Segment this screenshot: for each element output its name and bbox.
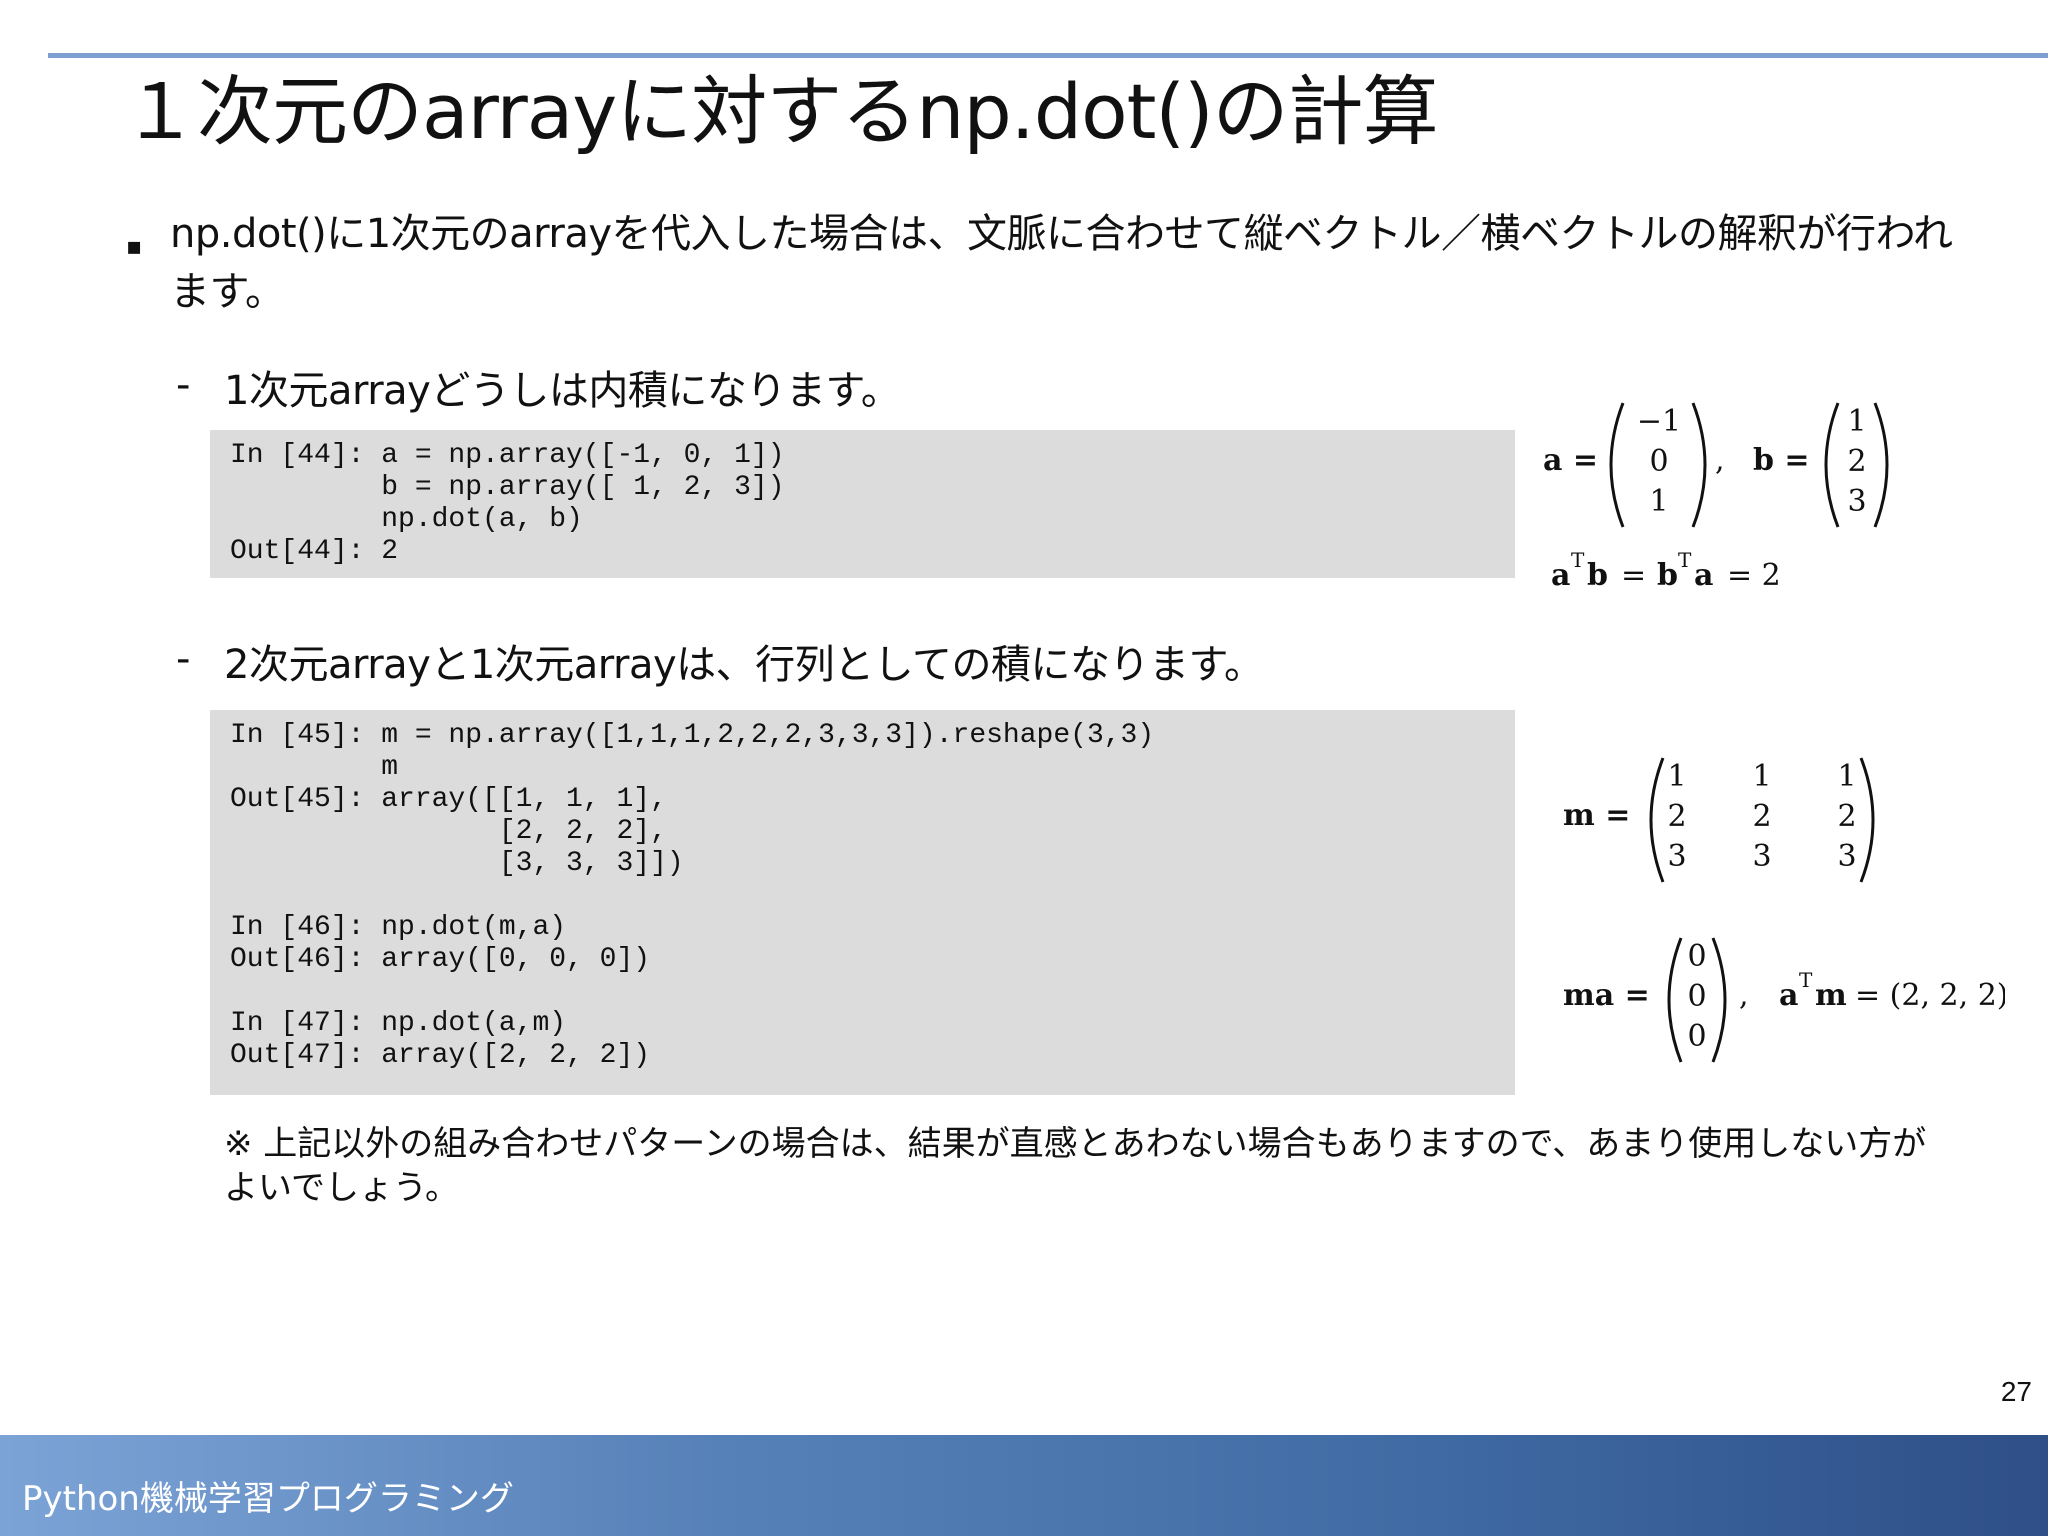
b-symbol: b [1587,558,1608,593]
footer-course-title: Python機械学習プログラミング [22,1479,514,1519]
subpoint-inner-product: 1次元arrayどうしは内積になります。 [224,368,901,414]
b-symbol: b [1657,558,1678,593]
right-paren [1711,937,1727,1063]
row-vector-result: = (2, 2, 2) [1855,978,2005,1013]
m-symbol: m [1815,978,1847,1013]
ma-value: 0 [1687,979,1706,1014]
matrix-cell: 3 [1667,839,1686,874]
matrix-cell: 1 [1837,759,1856,794]
transpose-mark: T [1571,548,1585,572]
b-value: 1 [1847,404,1866,439]
matrix-m-equation: m = 1 1 1 2 2 2 3 3 3 [1563,757,1875,883]
intro-paragraph: np.dot()に1次元のarrayを代入した場合は、文脈に合わせて縦ベクトル／… [170,211,1953,315]
matrix-cell: 3 [1752,839,1771,874]
a-value: −1 [1637,404,1681,439]
matrix-cell: 2 [1752,799,1771,834]
slide-title: １次元のarrayに対するnp.dot()の計算 [122,67,1439,156]
vectors-a-b-equation: a = −1 0 1 , b = 1 2 3 a T b = b T a = 2 [1543,402,1889,593]
equals: = [1621,558,1646,593]
matrix-cell: 2 [1667,799,1686,834]
comma: , [1739,978,1749,1013]
dash-marker: - [176,636,191,682]
right-paren [1859,757,1875,883]
bullet-marker: ▪ [126,232,143,260]
b-value: 3 [1847,484,1866,519]
m-label: m = [1563,798,1630,833]
subpoint-matrix-product: 2次元arrayと1次元arrayは、行列としての積になります。 [224,642,1264,688]
matrix-cell: 1 [1667,759,1686,794]
code-block-matrix-product: In [45]: m = np.array([1,1,1,2,2,2,3,3,3… [210,710,1515,1095]
ma-value: 0 [1687,1019,1706,1054]
matrix-cell: 2 [1837,799,1856,834]
dash-marker: - [176,362,191,408]
a-symbol: a [1694,558,1713,593]
transpose-mark: T [1799,968,1813,992]
page-number: 27 [2000,1376,2032,1407]
matrix-cell: 3 [1837,839,1856,874]
a-symbol: a [1779,978,1798,1013]
right-paren [1873,402,1889,528]
title-rule [48,53,2048,58]
matrix-cell: 1 [1752,759,1771,794]
b-value: 2 [1847,444,1866,479]
footnote: ※ 上記以外の組み合わせパターンの場合は、結果が直感とあわない場合もありますので… [224,1124,1927,1208]
a-value: 1 [1649,484,1668,519]
a-symbol: a [1551,558,1570,593]
left-paren [1649,757,1665,883]
b-label: b = [1753,443,1810,478]
ma-value: 0 [1687,939,1706,974]
left-paren [1667,937,1683,1063]
inner-product-result: = 2 [1727,558,1781,593]
left-paren [1824,402,1840,528]
code-block-inner-product: In [44]: a = np.array([-1, 0, 1]) b = np… [210,430,1515,578]
matrix-vector-products-equation: ma = 0 0 0 , a T m = (2, 2, 2) [1563,937,2005,1063]
transpose-mark: T [1678,548,1692,572]
comma: , [1715,443,1725,478]
ma-label: ma = [1563,978,1650,1013]
footer-bar: Python機械学習プログラミング [0,1435,2048,1536]
right-paren [1691,402,1707,528]
a-value: 0 [1649,444,1668,479]
a-label: a = [1543,443,1598,478]
left-paren [1609,402,1625,528]
